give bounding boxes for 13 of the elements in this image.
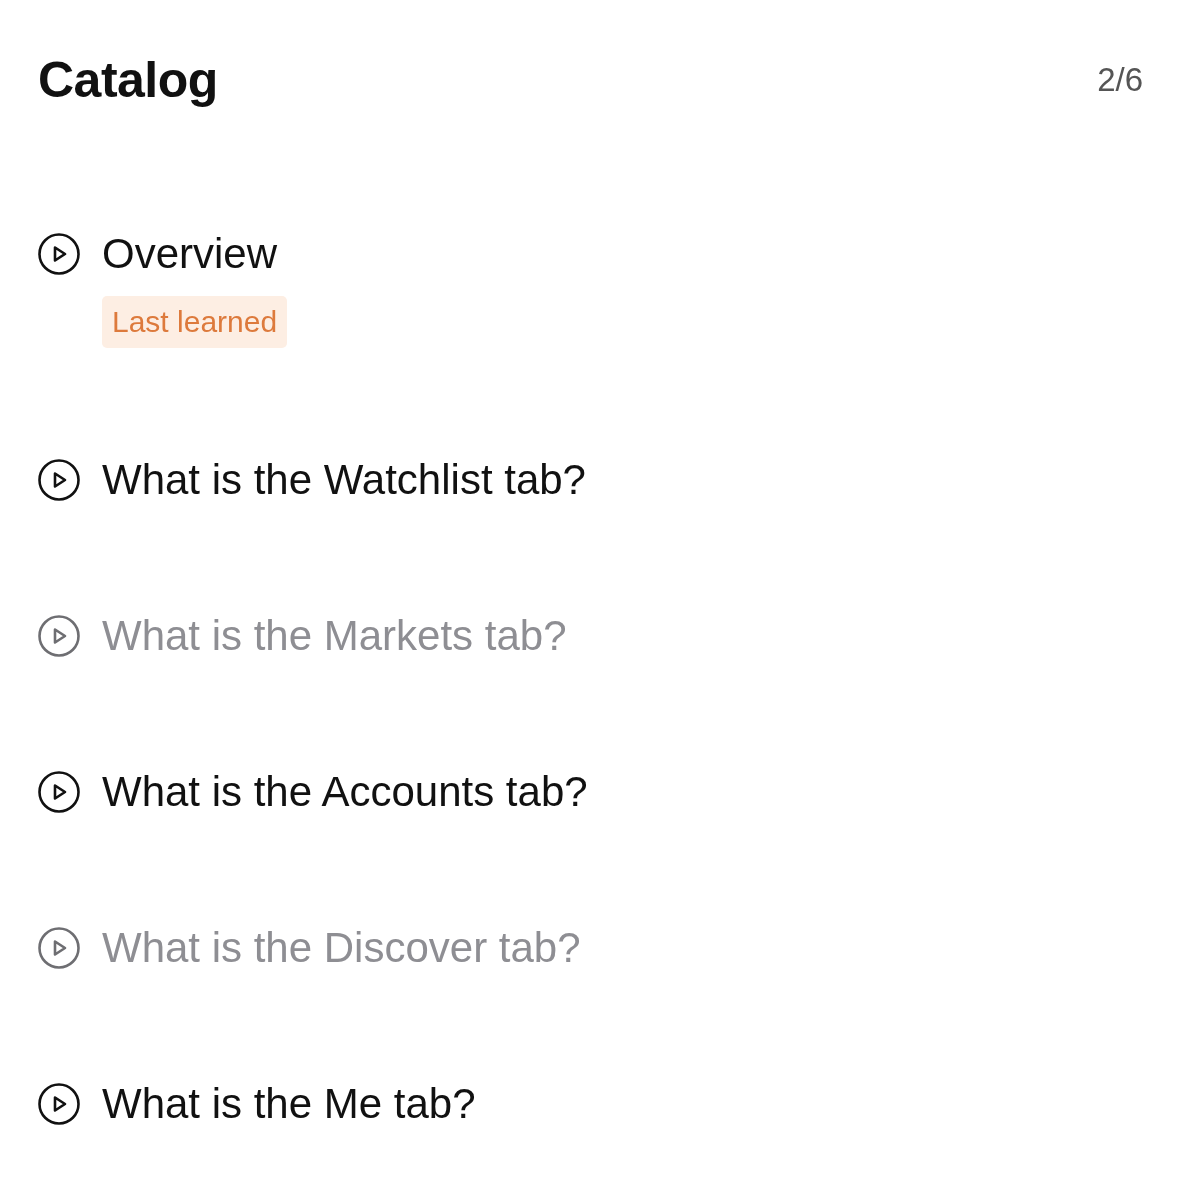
play-circle-icon — [38, 459, 80, 501]
play-circle-icon — [38, 615, 80, 657]
progress-counter: 2/6 — [1097, 60, 1143, 100]
play-circle-icon — [38, 927, 80, 969]
catalog-title: Catalog — [38, 51, 218, 110]
play-circle-icon — [38, 1083, 80, 1125]
lesson-title[interactable]: What is the Watchlist tab? — [102, 456, 586, 504]
play-circle-icon — [38, 233, 80, 275]
lesson-title[interactable]: What is the Accounts tab? — [102, 768, 588, 816]
lesson-title[interactable]: What is the Me tab? — [102, 1080, 476, 1128]
last-learned-badge: Last learned — [102, 296, 288, 348]
lesson-title[interactable]: Overview — [102, 230, 278, 278]
play-circle-icon — [38, 771, 80, 813]
